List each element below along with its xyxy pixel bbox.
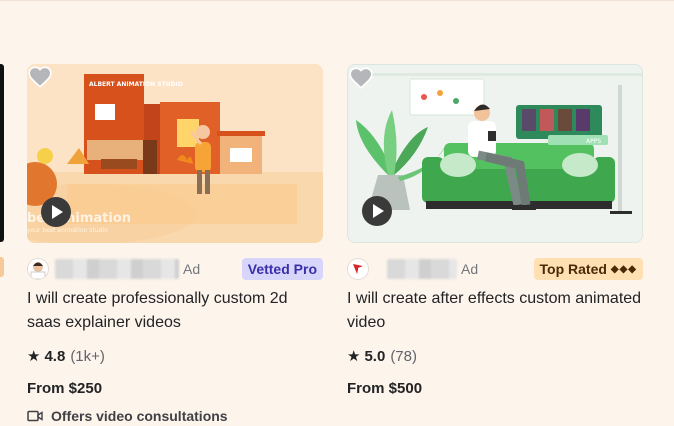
badge-label: Vetted Pro [247, 261, 317, 277]
rating-count: (78) [390, 347, 417, 365]
person-icon [30, 262, 46, 279]
seller-avatar[interactable] [27, 258, 49, 280]
screen-label: APPS [586, 138, 601, 145]
top-divider [0, 0, 674, 1]
ad-label: Ad [461, 261, 479, 277]
gig-card[interactable]: APPS Ad Top Rated ◆◆◆ I will create afte… [347, 64, 643, 398]
heart-icon[interactable] [348, 65, 374, 91]
gig-thumbnail[interactable]: ALBERT ANIMATION STUDIO ber Animation yo… [27, 64, 323, 243]
play-icon[interactable] [41, 197, 71, 227]
seller-row: Ad Vetted Pro [27, 258, 323, 280]
diamond-icons: ◆◆◆ [610, 263, 637, 275]
heart-icon[interactable] [27, 64, 53, 90]
watermark-subtext: your best animation studio [27, 227, 108, 234]
gig-title[interactable]: I will create after effects custom anima… [347, 287, 643, 335]
seller-name-blurred[interactable] [55, 259, 179, 279]
rating-count: (1k+) [70, 347, 105, 365]
seller-name-blurred[interactable] [387, 259, 457, 279]
top-rated-badge: Top Rated ◆◆◆ [533, 258, 643, 280]
gig-card[interactable]: ALBERT ANIMATION STUDIO ber Animation yo… [27, 64, 323, 425]
seller-logo-icon [353, 264, 363, 274]
gig-title[interactable]: I will create professionally custom 2d s… [27, 287, 323, 335]
gig-price[interactable]: From $500 [347, 378, 643, 398]
rating: ★ 5.0 (78) [347, 346, 643, 366]
studio-sign: ALBERT ANIMATION STUDIO [89, 81, 183, 88]
video-consultation-note: Offers video consultations [27, 407, 323, 425]
seller-row: Ad Top Rated ◆◆◆ [347, 258, 643, 280]
badge-label: Top Rated [539, 261, 607, 277]
living-room-illustration: APPS [348, 65, 642, 242]
previous-card-thumbnail-edge[interactable] [0, 64, 4, 242]
play-icon[interactable] [362, 196, 392, 226]
rating-score: 4.8 [44, 347, 66, 365]
seller-avatar[interactable] [347, 258, 369, 280]
previous-card-badge-edge [0, 257, 4, 277]
star-icon: ★ [347, 348, 361, 365]
video-camera-icon [27, 410, 43, 422]
rating: ★ 4.8 (1k+) [27, 346, 323, 366]
star-icon: ★ [27, 348, 41, 365]
gig-price[interactable]: From $250 [27, 378, 323, 398]
ad-label: Ad [183, 261, 201, 277]
vetted-pro-badge: Vetted Pro [241, 258, 323, 280]
rating-score: 5.0 [364, 347, 386, 365]
explainer-video-illustration: ALBERT ANIMATION STUDIO ber Animation yo… [27, 64, 323, 243]
gig-thumbnail[interactable]: APPS [347, 64, 643, 243]
consultation-text: Offers video consultations [51, 408, 228, 424]
